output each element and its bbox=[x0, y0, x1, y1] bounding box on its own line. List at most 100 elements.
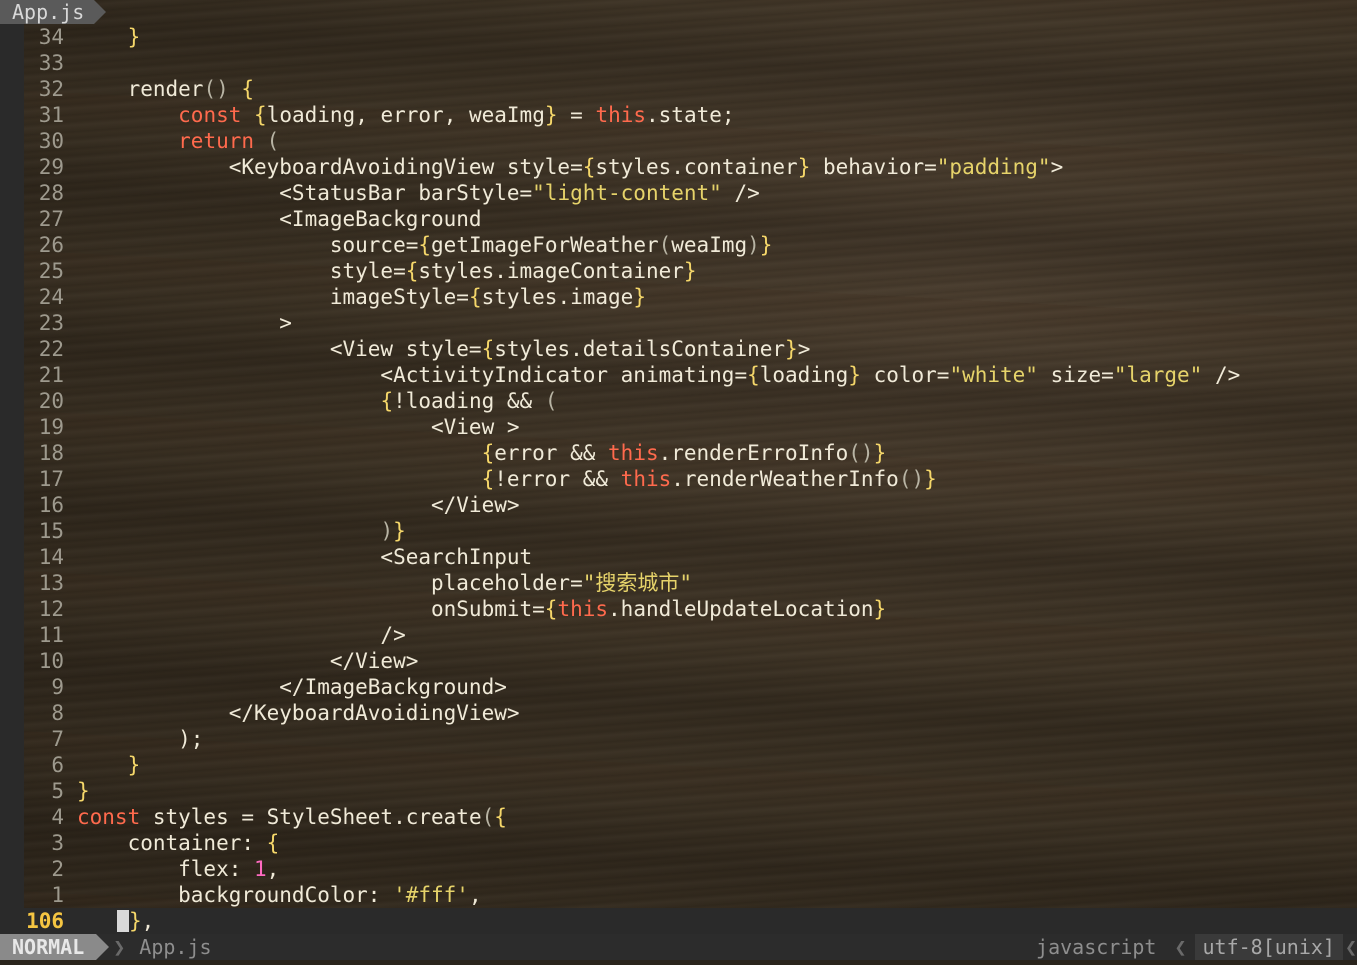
code-line[interactable]: 10 </View> bbox=[0, 648, 1357, 674]
line-code: {error && this.renderErroInfo()} bbox=[77, 440, 887, 466]
code-line[interactable]: 15 )} bbox=[0, 518, 1357, 544]
buffer-tab[interactable]: App.js bbox=[0, 0, 95, 24]
code-token: { bbox=[254, 103, 267, 127]
line-number: 3 bbox=[51, 831, 64, 855]
code-line[interactable]: 4 const styles = StyleSheet.create({ bbox=[0, 804, 1357, 830]
code-token: const bbox=[77, 805, 141, 829]
line-number: 25 bbox=[38, 259, 64, 283]
line-code: source={getImageForWeather(weaImg)} bbox=[77, 232, 773, 258]
code-token: styles.container bbox=[595, 155, 798, 179]
line-code: </View> bbox=[77, 492, 520, 518]
code-token: flex: bbox=[77, 857, 255, 881]
code-line[interactable]: 7 ); bbox=[0, 726, 1357, 752]
code-line[interactable]: 24 imageStyle={styles.image} bbox=[0, 284, 1357, 310]
line-number: 23 bbox=[38, 311, 64, 335]
statusline: NORMAL ❯ App.js javascript ❮ utf-8[unix]… bbox=[0, 934, 1357, 960]
code-token: /> bbox=[77, 623, 406, 647]
code-token: render bbox=[77, 77, 204, 101]
line-number: 31 bbox=[38, 103, 64, 127]
code-token: .renderWeatherInfo bbox=[671, 467, 899, 491]
code-line[interactable]: 33 bbox=[0, 50, 1357, 76]
code-editor[interactable]: 34 } 33 32 render() {31 const {loading, er… bbox=[0, 24, 1357, 908]
line-number: 18 bbox=[38, 441, 64, 465]
code-token: } bbox=[683, 259, 697, 283]
code-token: } bbox=[633, 285, 646, 309]
code-token: "padding" bbox=[936, 155, 1051, 179]
line-code: </View> bbox=[77, 648, 419, 674]
current-line[interactable]: 106 }, bbox=[0, 908, 1357, 934]
code-token: ( bbox=[266, 129, 280, 153]
code-line[interactable]: 26 source={getImageForWeather(weaImg)} bbox=[0, 232, 1357, 258]
code-token: } bbox=[127, 753, 141, 777]
mode-separator-icon bbox=[96, 934, 110, 960]
line-number: 30 bbox=[38, 129, 64, 153]
line-code: <View > bbox=[77, 414, 520, 440]
code-token: } bbox=[759, 233, 773, 257]
code-line[interactable]: 32 render() { bbox=[0, 76, 1357, 102]
code-token: () bbox=[203, 77, 229, 101]
code-line[interactable]: 5} bbox=[0, 778, 1357, 804]
line-number: 14 bbox=[38, 545, 64, 569]
code-token: loading bbox=[759, 363, 849, 387]
line-number: 33 bbox=[38, 51, 64, 75]
code-token: ( bbox=[481, 805, 495, 829]
tabline: App.js bbox=[0, 0, 107, 24]
code-token: } bbox=[127, 25, 141, 49]
code-token: onSubmit= bbox=[77, 597, 545, 621]
code-line[interactable]: 28 <StatusBar barStyle="light-content" /… bbox=[0, 180, 1357, 206]
code-token: { bbox=[405, 259, 419, 283]
code-line[interactable]: 13 placeholder="搜索城市" bbox=[0, 570, 1357, 596]
code-token: { bbox=[582, 155, 596, 179]
code-line[interactable]: 9 </ImageBackground> bbox=[0, 674, 1357, 700]
code-line[interactable]: 17 {!error && this.renderWeatherInfo()} bbox=[0, 466, 1357, 492]
code-token: , bbox=[468, 883, 482, 907]
code-token: </View> bbox=[77, 649, 419, 673]
code-token: /> bbox=[721, 181, 760, 205]
current-line-code: }, bbox=[117, 908, 154, 934]
code-line[interactable]: 3 container: { bbox=[0, 830, 1357, 856]
code-line[interactable]: 11 /> bbox=[0, 622, 1357, 648]
line-number: 15 bbox=[38, 519, 64, 543]
code-line[interactable]: 12 onSubmit={this.handleUpdateLocation} bbox=[0, 596, 1357, 622]
code-token: weaImg bbox=[671, 233, 748, 257]
code-token: behavior= bbox=[810, 155, 937, 179]
code-line[interactable]: 22 <View style={styles.detailsContainer}… bbox=[0, 336, 1357, 362]
code-token: .state; bbox=[646, 103, 735, 127]
line-code: style={styles.imageContainer} bbox=[77, 258, 697, 284]
code-line[interactable]: 20 {!loading && ( bbox=[0, 388, 1357, 414]
line-number: 24 bbox=[38, 285, 64, 309]
code-line[interactable]: 16 </View> bbox=[0, 492, 1357, 518]
line-code: <View style={styles.detailsContainer}> bbox=[77, 336, 810, 362]
code-line[interactable]: 8 </KeyboardAvoidingView> bbox=[0, 700, 1357, 726]
code-line[interactable]: 2 flex: 1, bbox=[0, 856, 1357, 882]
code-line[interactable]: 30 return ( bbox=[0, 128, 1357, 154]
code-line[interactable]: 25 style={styles.imageContainer} bbox=[0, 258, 1357, 284]
code-line[interactable]: 27 <ImageBackground bbox=[0, 206, 1357, 232]
line-number: 8 bbox=[51, 701, 64, 725]
code-token: this bbox=[620, 467, 672, 491]
line-code: > bbox=[77, 310, 292, 336]
code-line[interactable]: 19 <View > bbox=[0, 414, 1357, 440]
code-token: return bbox=[178, 129, 255, 153]
code-line[interactable]: 29 <KeyboardAvoidingView style={styles.c… bbox=[0, 154, 1357, 180]
code-line[interactable]: 14 <SearchInput bbox=[0, 544, 1357, 570]
code-line[interactable]: 1 backgroundColor: '#fff', bbox=[0, 882, 1357, 908]
code-line[interactable]: 21 <ActivityIndicator animating={loading… bbox=[0, 362, 1357, 388]
code-token: <KeyboardAvoidingView style= bbox=[77, 155, 583, 179]
code-token: { bbox=[481, 441, 495, 465]
code-token: } bbox=[848, 363, 861, 387]
code-token: ( bbox=[658, 233, 672, 257]
code-line[interactable]: 18 {error && this.renderErroInfo()} bbox=[0, 440, 1357, 466]
code-line[interactable]: 23 > bbox=[0, 310, 1357, 336]
code-line[interactable]: 6 } bbox=[0, 752, 1357, 778]
code-token: } bbox=[393, 519, 406, 543]
code-line[interactable]: 34 } bbox=[0, 24, 1357, 50]
line-code: return ( bbox=[77, 128, 279, 154]
code-token: </View> bbox=[77, 493, 520, 517]
code-line[interactable]: 31 const {loading, error, weaImg} = this… bbox=[0, 102, 1357, 128]
code-token: { bbox=[380, 389, 394, 413]
